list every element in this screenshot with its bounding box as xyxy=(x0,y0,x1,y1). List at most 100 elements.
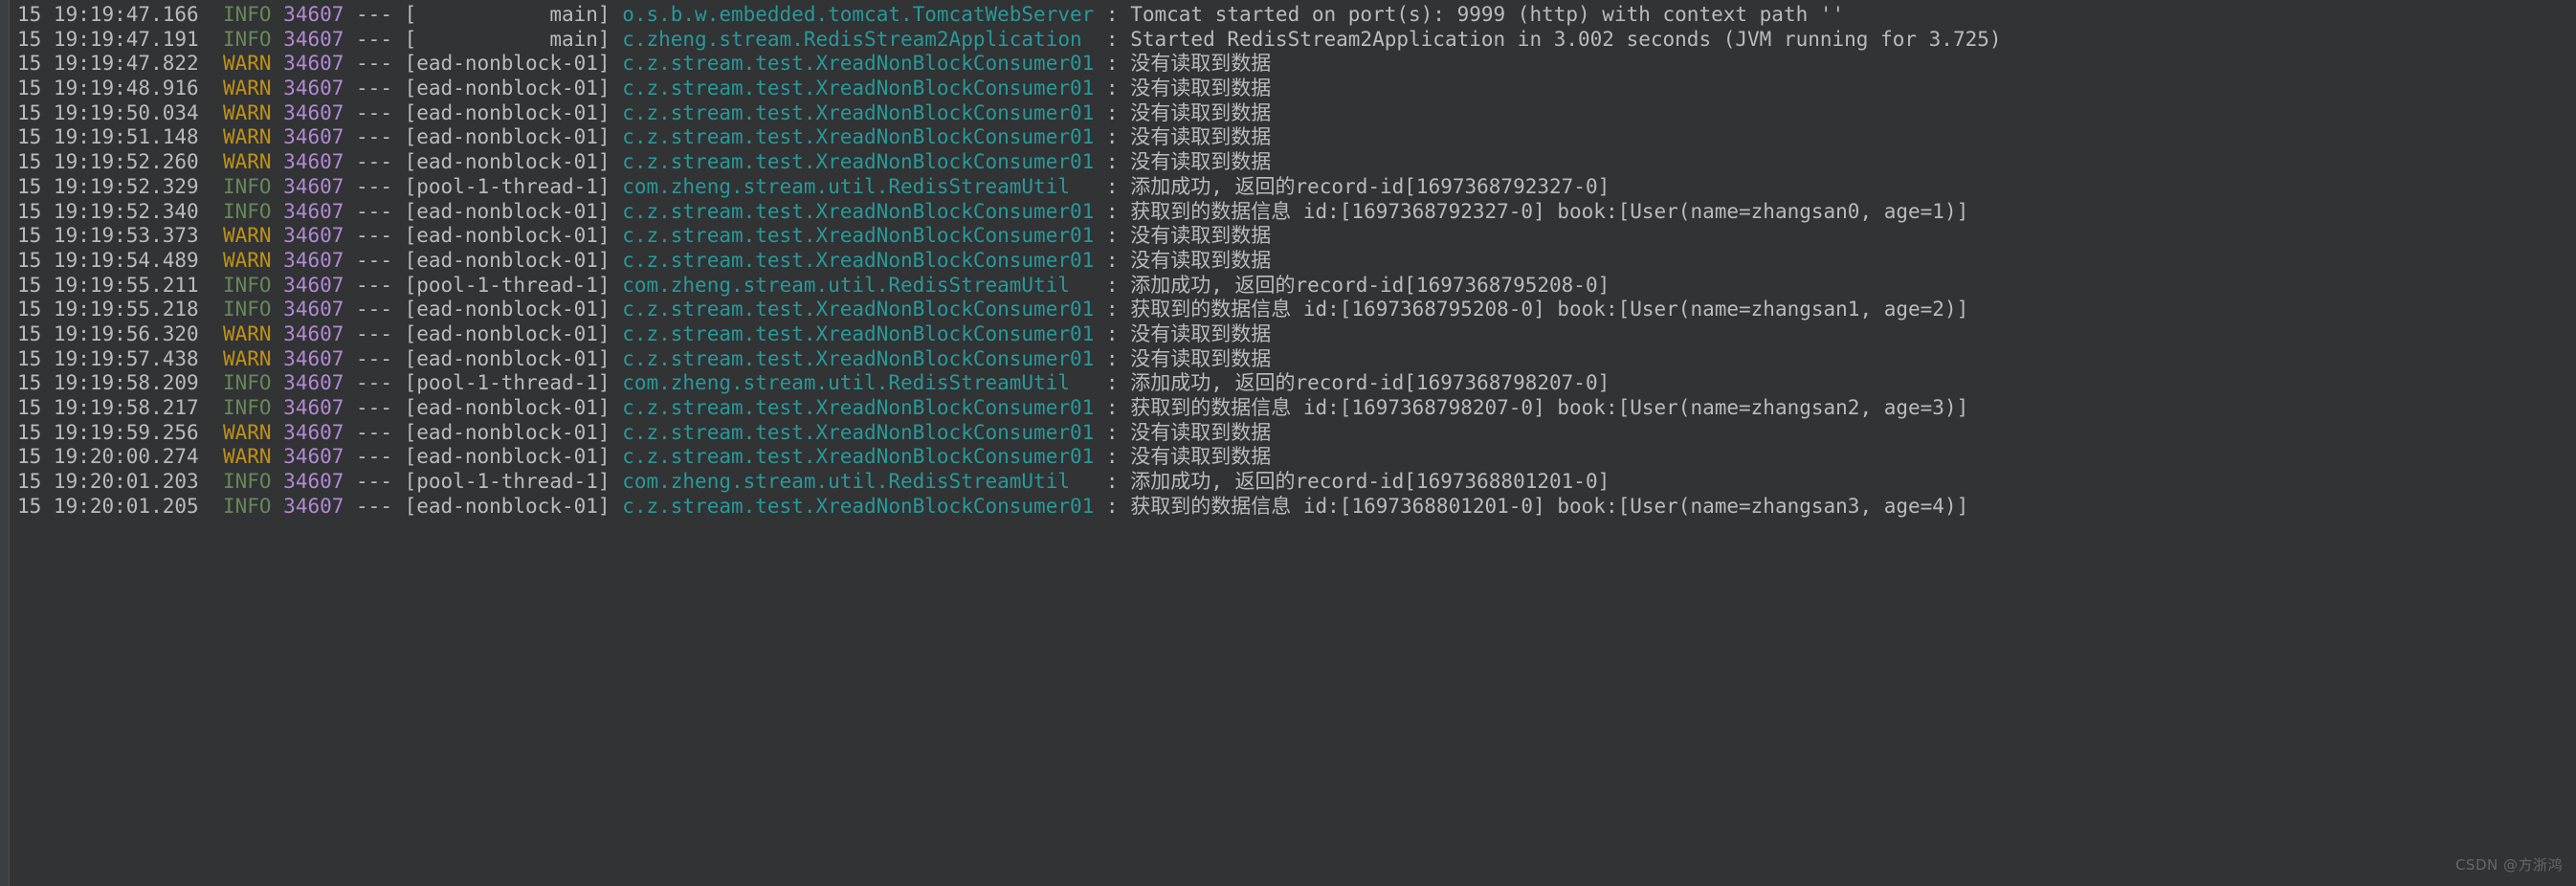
log-space xyxy=(272,421,284,444)
log-line[interactable]: 15 19:19:57.438 WARN 34607 --- [ead-nonb… xyxy=(17,347,2576,372)
log-separator: : xyxy=(1094,77,1131,100)
log-space xyxy=(272,495,284,518)
log-logger: o.s.b.w.embedded.tomcat.TomcatWebServer xyxy=(622,3,1095,26)
log-line[interactable]: 15 19:19:50.034 WARN 34607 --- [ead-nonb… xyxy=(17,101,2576,126)
log-level: WARN xyxy=(211,445,272,469)
log-dashes: --- xyxy=(344,248,405,272)
log-separator: : xyxy=(1094,273,1131,297)
log-logger: c.z.stream.test.XreadNonBlockConsumer01 xyxy=(622,298,1095,321)
log-separator: : xyxy=(1094,27,1131,51)
log-logger: c.z.stream.test.XreadNonBlockConsumer01 xyxy=(622,494,1095,518)
log-line[interactable]: 15 19:19:47.822 WARN 34607 --- [ead-nonb… xyxy=(17,52,2576,77)
log-pid: 34607 xyxy=(283,445,344,469)
log-separator: : xyxy=(1094,52,1131,76)
log-level: INFO xyxy=(211,494,272,518)
log-space xyxy=(272,371,284,394)
log-line[interactable]: 15 19:19:54.489 WARN 34607 --- [ead-nonb… xyxy=(17,249,2576,274)
log-separator: : xyxy=(1094,321,1131,345)
log-line[interactable]: 15 19:19:55.218 INFO 34607 --- [ead-nonb… xyxy=(17,298,2576,322)
log-logger: c.z.stream.test.XreadNonBlockConsumer01 xyxy=(622,52,1095,76)
log-message: 添加成功, 返回的record-id[1697368792327-0] xyxy=(1130,174,1610,198)
log-line[interactable]: 15 19:19:58.217 INFO 34607 --- [ead-nonb… xyxy=(17,396,2576,421)
log-message: 没有读取到数据 xyxy=(1130,52,1272,76)
log-level: INFO xyxy=(211,371,272,395)
log-message: 添加成功, 返回的record-id[1697368801201-0] xyxy=(1130,470,1610,494)
log-line[interactable]: 15 19:19:47.191 INFO 34607 --- [ main] c… xyxy=(17,28,2576,53)
log-line[interactable]: 15 19:19:55.211 INFO 34607 --- [pool-1-t… xyxy=(17,274,2576,299)
log-timestamp: 15 19:19:57.438 xyxy=(17,346,211,370)
log-separator: : xyxy=(1094,494,1131,518)
log-pid: 34607 xyxy=(283,100,344,124)
log-message: 获取到的数据信息 id:[1697368801201-0] book:[User… xyxy=(1130,494,1969,518)
log-logger: com.zheng.stream.util.RedisStreamUtil xyxy=(622,371,1095,395)
log-separator: : xyxy=(1094,371,1131,395)
log-dashes: --- xyxy=(344,52,405,76)
log-thread: [ead-nonblock-01] xyxy=(404,150,623,174)
log-pid: 34607 xyxy=(283,470,344,494)
log-line[interactable]: 15 19:19:52.260 WARN 34607 --- [ead-nonb… xyxy=(17,150,2576,175)
log-message: 没有读取到数据 xyxy=(1130,420,1272,444)
log-line[interactable]: 15 19:19:56.320 WARN 34607 --- [ead-nonb… xyxy=(17,322,2576,347)
log-timestamp: 15 19:19:59.256 xyxy=(17,420,211,444)
log-dashes: --- xyxy=(344,470,405,494)
log-line[interactable]: 15 19:19:51.148 WARN 34607 --- [ead-nonb… xyxy=(17,125,2576,150)
log-message: Started RedisStream2Application in 3.002… xyxy=(1130,27,2002,51)
log-pid: 34607 xyxy=(283,27,344,51)
log-logger: c.z.stream.test.XreadNonBlockConsumer01 xyxy=(622,125,1095,149)
log-dashes: --- xyxy=(344,494,405,518)
log-pid: 34607 xyxy=(283,396,344,419)
log-thread: [ead-nonblock-01] xyxy=(404,494,623,518)
log-line[interactable]: 15 19:19:59.256 WARN 34607 --- [ead-nonb… xyxy=(17,421,2576,446)
log-thread: [ead-nonblock-01] xyxy=(404,52,623,76)
log-level: WARN xyxy=(211,224,272,248)
log-level: WARN xyxy=(211,125,272,149)
log-level: INFO xyxy=(211,3,272,26)
log-timestamp: 15 19:19:56.320 xyxy=(17,321,211,345)
log-line[interactable]: 15 19:19:58.209 INFO 34607 --- [pool-1-t… xyxy=(17,371,2576,396)
log-timestamp: 15 19:20:00.274 xyxy=(17,445,211,469)
log-message: 获取到的数据信息 id:[1697368792327-0] book:[User… xyxy=(1130,199,1969,223)
log-timestamp: 15 19:20:01.203 xyxy=(17,470,211,494)
log-timestamp: 15 19:19:50.034 xyxy=(17,100,211,124)
console-log-panel[interactable]: 15 19:19:47.166 INFO 34607 --- [ main] o… xyxy=(0,0,2576,886)
log-line[interactable]: 15 19:19:48.916 WARN 34607 --- [ead-nonb… xyxy=(17,77,2576,101)
log-dashes: --- xyxy=(344,77,405,100)
log-dashes: --- xyxy=(344,3,405,26)
log-line[interactable]: 15 19:20:00.274 WARN 34607 --- [ead-nonb… xyxy=(17,445,2576,470)
log-separator: : xyxy=(1094,224,1131,248)
log-line[interactable]: 15 19:19:53.373 WARN 34607 --- [ead-nonb… xyxy=(17,224,2576,249)
console-gutter xyxy=(0,0,10,886)
log-level: INFO xyxy=(211,470,272,494)
log-line[interactable]: 15 19:20:01.205 INFO 34607 --- [ead-nonb… xyxy=(17,495,2576,520)
log-line[interactable]: 15 19:20:01.203 INFO 34607 --- [pool-1-t… xyxy=(17,470,2576,495)
log-separator: : xyxy=(1094,445,1131,469)
log-separator: : xyxy=(1094,199,1131,223)
log-separator: : xyxy=(1094,150,1131,174)
log-line[interactable]: 15 19:19:52.329 INFO 34607 --- [pool-1-t… xyxy=(17,175,2576,200)
log-level: WARN xyxy=(211,346,272,370)
log-message: 获取到的数据信息 id:[1697368795208-0] book:[User… xyxy=(1130,298,1969,321)
log-dashes: --- xyxy=(344,346,405,370)
log-space xyxy=(272,322,284,345)
log-level: INFO xyxy=(211,174,272,198)
log-thread: [ead-nonblock-01] xyxy=(404,224,623,248)
log-line[interactable]: 15 19:19:47.166 INFO 34607 --- [ main] o… xyxy=(17,3,2576,28)
log-thread: [ead-nonblock-01] xyxy=(404,346,623,370)
log-level: WARN xyxy=(211,321,272,345)
log-timestamp: 15 19:19:48.916 xyxy=(17,77,211,100)
log-space xyxy=(272,396,284,419)
log-line[interactable]: 15 19:19:52.340 INFO 34607 --- [ead-nonb… xyxy=(17,200,2576,225)
log-space xyxy=(272,298,284,321)
log-timestamp: 15 19:19:58.209 xyxy=(17,371,211,395)
log-separator: : xyxy=(1094,100,1131,124)
log-dashes: --- xyxy=(344,420,405,444)
log-separator: : xyxy=(1094,3,1131,26)
log-separator: : xyxy=(1094,470,1131,494)
log-logger: c.zheng.stream.RedisStream2Application xyxy=(622,27,1095,51)
log-dashes: --- xyxy=(344,298,405,321)
log-message: Tomcat started on port(s): 9999 (http) w… xyxy=(1130,3,1845,26)
log-thread: [ead-nonblock-01] xyxy=(404,100,623,124)
log-thread: [ main] xyxy=(404,27,623,51)
log-logger: c.z.stream.test.XreadNonBlockConsumer01 xyxy=(622,420,1095,444)
log-separator: : xyxy=(1094,125,1131,149)
